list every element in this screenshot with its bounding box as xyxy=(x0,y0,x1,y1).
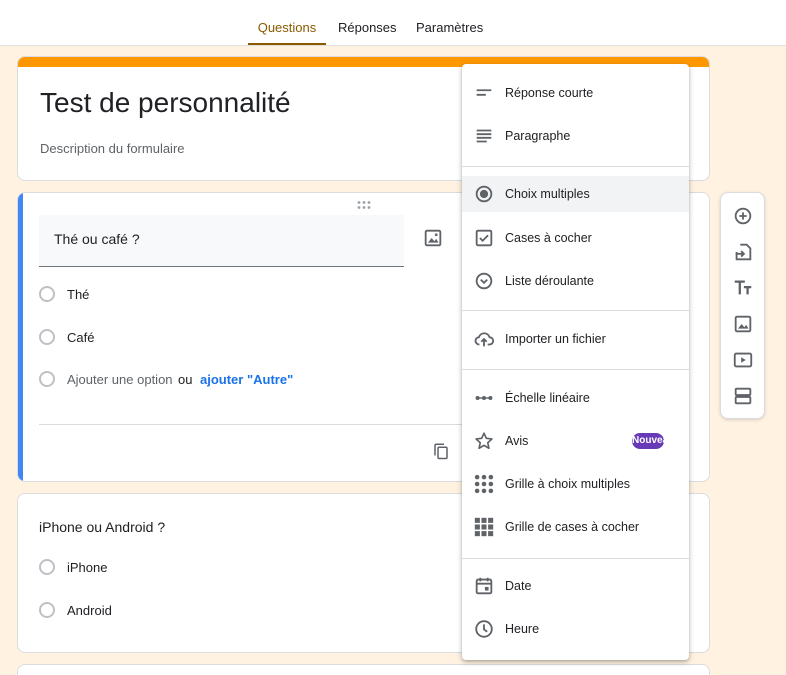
question-title-text: Thé ou café ? xyxy=(54,231,140,247)
menu-item-label: Avis xyxy=(505,434,529,448)
short-answer-icon xyxy=(473,82,495,104)
option-label[interactable]: Café xyxy=(67,330,94,345)
radio-icon xyxy=(39,329,55,345)
menu-item-linear-scale[interactable]: Échelle linéaire xyxy=(462,380,689,416)
add-option-link[interactable]: Ajouter une option xyxy=(67,372,173,387)
question-title-input[interactable]: Thé ou café ? xyxy=(39,215,404,267)
menu-item-date[interactable]: Date xyxy=(462,568,689,604)
menu-divider xyxy=(462,369,689,370)
menu-item-multiple-choice-grid[interactable]: Grille à choix multiples xyxy=(462,466,689,502)
top-tab-bar: Questions Réponses Paramètres xyxy=(0,0,786,46)
option-label[interactable]: Thé xyxy=(67,287,89,302)
menu-item-label: Cases à cocher xyxy=(505,231,592,245)
tab-settings[interactable]: Paramètres xyxy=(416,0,488,45)
menu-divider xyxy=(462,166,689,167)
option-label: iPhone xyxy=(67,560,108,575)
question-type-menu: Réponse courte Paragraphe Choix multiple… xyxy=(462,64,689,660)
dropdown-icon xyxy=(473,270,495,292)
menu-item-label: Échelle linéaire xyxy=(505,391,590,405)
tab-responses-label: Réponses xyxy=(338,20,397,35)
menu-divider xyxy=(462,310,689,311)
menu-item-short-answer[interactable]: Réponse courte xyxy=(462,75,689,111)
menu-item-label: Date xyxy=(505,579,532,593)
add-option-row: Ajouter une option ou ajouter "Autre" xyxy=(39,371,319,391)
new-badge: Nouveau xyxy=(632,433,664,449)
menu-item-label: Grille de cases à cocher xyxy=(505,520,640,534)
add-image-icon[interactable] xyxy=(732,313,754,335)
add-title-icon[interactable] xyxy=(732,277,754,299)
menu-item-label: Importer un fichier xyxy=(505,332,606,346)
menu-item-file-upload[interactable]: Importer un fichier xyxy=(462,321,689,357)
menu-item-rating[interactable]: Avis Nouveau xyxy=(462,423,689,459)
menu-item-paragraph[interactable]: Paragraphe xyxy=(462,118,689,154)
radio-icon xyxy=(39,286,55,302)
menu-item-label: Liste déroulante xyxy=(505,274,594,288)
form-title[interactable]: Test de personnalité xyxy=(40,87,291,119)
question-card-next[interactable] xyxy=(17,664,710,675)
tab-questions[interactable]: Questions xyxy=(248,0,326,45)
checkbox-icon xyxy=(473,227,495,249)
menu-item-multiple-choice[interactable]: Choix multiples xyxy=(462,176,689,212)
active-question-indicator xyxy=(18,193,23,481)
option-label: Android xyxy=(67,603,112,618)
linear-scale-icon xyxy=(473,387,495,409)
tab-responses[interactable]: Réponses xyxy=(338,0,400,45)
duplicate-icon[interactable] xyxy=(432,442,450,460)
dots-grid-icon xyxy=(473,473,495,495)
menu-item-time[interactable]: Heure xyxy=(462,611,689,647)
radio-icon xyxy=(39,602,55,618)
menu-item-label: Paragraphe xyxy=(505,129,571,143)
import-questions-icon[interactable] xyxy=(732,241,754,263)
add-question-icon[interactable] xyxy=(732,205,754,227)
menu-item-checkbox-grid[interactable]: Grille de cases à cocher xyxy=(462,509,689,545)
clock-icon xyxy=(473,618,495,640)
star-icon xyxy=(473,430,495,452)
menu-item-dropdown[interactable]: Liste déroulante xyxy=(462,263,689,299)
side-toolbar xyxy=(720,192,765,419)
menu-item-label: Heure xyxy=(505,622,540,636)
tab-questions-label: Questions xyxy=(257,20,317,35)
menu-divider xyxy=(462,558,689,559)
menu-item-label: Grille à choix multiples xyxy=(505,477,631,491)
tab-settings-label: Paramètres xyxy=(416,20,484,35)
menu-item-checkboxes[interactable]: Cases à cocher xyxy=(462,220,689,256)
radio-icon xyxy=(39,371,55,387)
add-image-icon[interactable] xyxy=(422,227,444,249)
calendar-icon xyxy=(473,575,495,597)
menu-item-label: Réponse courte xyxy=(505,86,594,100)
add-other-link[interactable]: ajouter "Autre" xyxy=(200,372,293,387)
add-section-icon[interactable] xyxy=(732,385,754,407)
or-text: ou xyxy=(178,372,193,387)
menu-item-label: Choix multiples xyxy=(505,187,590,201)
checkbox-grid-icon xyxy=(473,516,495,538)
radio-icon xyxy=(39,559,55,575)
cloud-upload-icon xyxy=(473,328,495,350)
question-title[interactable]: iPhone ou Android ? xyxy=(39,519,165,535)
form-description[interactable]: Description du formulaire xyxy=(40,141,185,156)
drag-handle-icon[interactable] xyxy=(356,199,372,213)
radio-button-icon xyxy=(473,183,495,205)
paragraph-icon xyxy=(473,125,495,147)
add-video-icon[interactable] xyxy=(732,349,754,371)
question-footer-divider xyxy=(39,424,479,425)
